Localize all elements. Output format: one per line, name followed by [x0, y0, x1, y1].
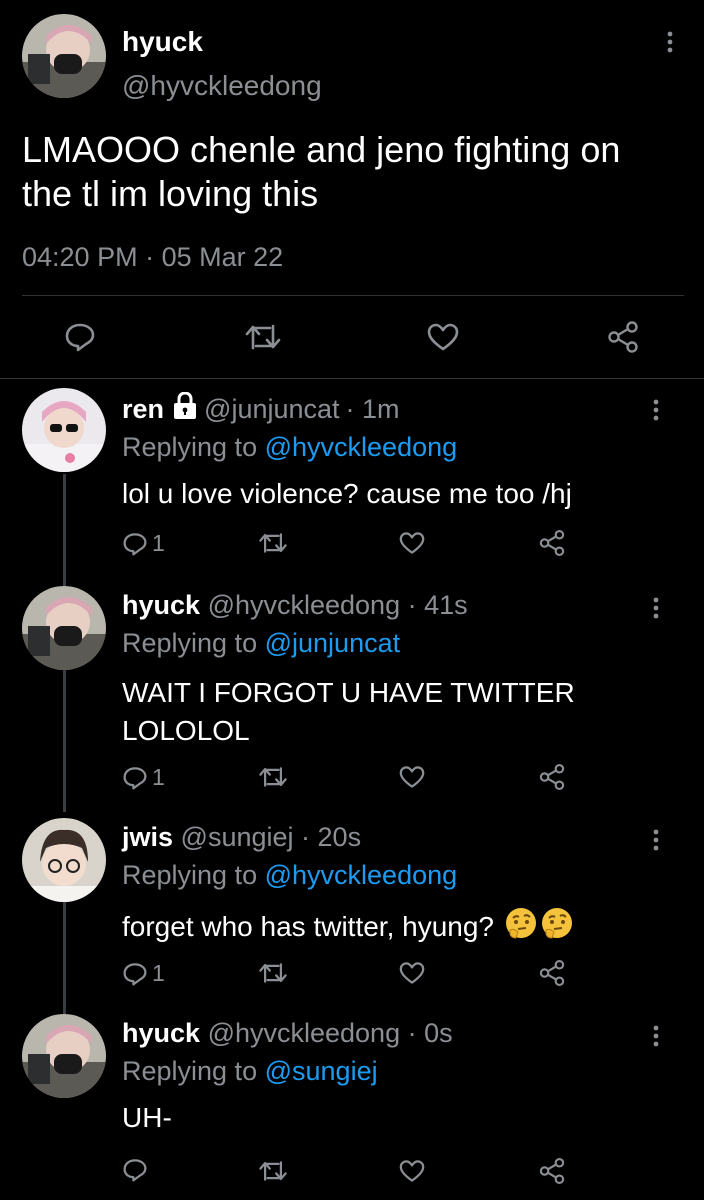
avatar[interactable]	[22, 388, 106, 472]
reply-action[interactable]: 1	[122, 960, 165, 987]
display-name[interactable]: ren	[122, 394, 164, 425]
retweet-icon[interactable]	[258, 1159, 288, 1183]
reply-header: hyuck @hyvckleedong · 0s	[122, 1018, 453, 1049]
replying-to: Replying to @junjuncat	[122, 628, 400, 659]
more-options-icon[interactable]	[646, 398, 666, 422]
handle[interactable]: @hyvckleedong	[122, 70, 322, 102]
reply-count: 1	[152, 530, 165, 556]
reply-age: · 20s	[301, 822, 362, 852]
handle[interactable]: @hyvckleedong	[208, 590, 401, 620]
replying-prefix: Replying to	[122, 432, 258, 462]
handle[interactable]: @hyvckleedong	[208, 1018, 401, 1048]
thinking-face-emoji	[540, 906, 574, 947]
more-options-icon[interactable]	[646, 596, 666, 620]
replying-prefix: Replying to	[122, 1056, 258, 1086]
like-icon[interactable]	[398, 531, 426, 555]
retweet-icon[interactable]	[244, 322, 282, 352]
lock-icon	[172, 391, 198, 427]
like-icon[interactable]	[398, 961, 426, 985]
replying-prefix: Replying to	[122, 860, 258, 890]
thread-line	[63, 474, 66, 588]
share-icon[interactable]	[538, 1157, 566, 1185]
more-options-icon[interactable]	[660, 30, 680, 54]
reply-header: hyuck @hyvckleedong · 41s	[122, 590, 468, 621]
replying-to: Replying to @sungiej	[122, 1056, 378, 1087]
replying-to: Replying to @hyvckleedong	[122, 860, 457, 891]
display-name[interactable]: hyuck	[122, 1018, 200, 1048]
reply-action[interactable]: 1	[122, 764, 165, 791]
display-name[interactable]: hyuck	[122, 26, 203, 58]
reply-header: jwis @sungiej · 20s	[122, 822, 361, 853]
reply-text-row: forget who has twitter, hyung?	[122, 906, 574, 947]
reply-age: · 1m	[345, 394, 400, 424]
separator: ·	[145, 242, 155, 272]
reply-text-line: LOLOLOL	[122, 715, 250, 746]
share-icon[interactable]	[538, 529, 566, 557]
avatar[interactable]	[22, 14, 106, 98]
reply-icon[interactable]	[122, 962, 148, 986]
like-icon[interactable]	[426, 322, 460, 352]
share-icon[interactable]	[538, 959, 566, 987]
divider	[22, 295, 684, 296]
replying-to-link[interactable]: @sungiej	[265, 1056, 378, 1086]
replying-to: Replying to @hyvckleedong	[122, 432, 457, 463]
reply-count: 1	[152, 764, 165, 790]
reply-text: UH-	[122, 1102, 172, 1133]
replying-to-link[interactable]: @junjuncat	[265, 628, 401, 658]
reply-icon[interactable]	[122, 1158, 148, 1182]
reply-text-line: WAIT I FORGOT U HAVE TWITTER	[122, 677, 575, 708]
reply-text: forget who has twitter, hyung?	[122, 910, 494, 942]
tweet-text-line: LMAOOO chenle and jeno fighting on	[22, 129, 621, 170]
thread-line	[63, 902, 66, 1014]
thread-line	[63, 670, 66, 812]
retweet-icon[interactable]	[258, 765, 288, 789]
replying-to-link[interactable]: @hyvckleedong	[265, 860, 458, 890]
reply-text: WAIT I FORGOT U HAVE TWITTER LOLOLOL	[122, 674, 575, 750]
reply-icon[interactable]	[64, 322, 96, 352]
tweet-time: 04:20 PM	[22, 242, 138, 272]
more-options-icon[interactable]	[646, 1024, 666, 1048]
reply-text: lol u love violence? cause me too /hj	[122, 478, 572, 509]
reply-age: · 0s	[407, 1018, 453, 1048]
tweet-text: LMAOOO chenle and jeno fighting on the t…	[22, 128, 620, 216]
share-icon[interactable]	[538, 763, 566, 791]
reply-age: · 41s	[407, 590, 468, 620]
tweet-text-line: the tl im loving this	[22, 173, 319, 214]
like-icon[interactable]	[398, 1159, 426, 1183]
display-name[interactable]: hyuck	[122, 590, 200, 620]
divider	[0, 378, 704, 379]
reply-icon[interactable]	[122, 532, 148, 556]
handle[interactable]: @junjuncat	[204, 394, 340, 425]
tweet-timestamp: 04:20 PM · 05 Mar 22	[22, 242, 283, 273]
reply-icon[interactable]	[122, 766, 148, 790]
avatar[interactable]	[22, 1014, 106, 1098]
retweet-icon[interactable]	[258, 531, 288, 555]
reply-count: 1	[152, 960, 165, 986]
avatar[interactable]	[22, 818, 106, 902]
replying-prefix: Replying to	[122, 628, 258, 658]
tweet-date: 05 Mar 22	[161, 242, 284, 272]
avatar[interactable]	[22, 586, 106, 670]
like-icon[interactable]	[398, 765, 426, 789]
reply-header: ren @junjuncat · 1m	[122, 391, 400, 427]
display-name[interactable]: jwis	[122, 822, 173, 852]
retweet-icon[interactable]	[258, 961, 288, 985]
share-icon[interactable]	[606, 320, 640, 354]
handle[interactable]: @sungiej	[181, 822, 294, 852]
reply-action[interactable]: 1	[122, 530, 165, 557]
thinking-face-emoji	[504, 906, 538, 947]
more-options-icon[interactable]	[646, 828, 666, 852]
replying-to-link[interactable]: @hyvckleedong	[265, 432, 458, 462]
